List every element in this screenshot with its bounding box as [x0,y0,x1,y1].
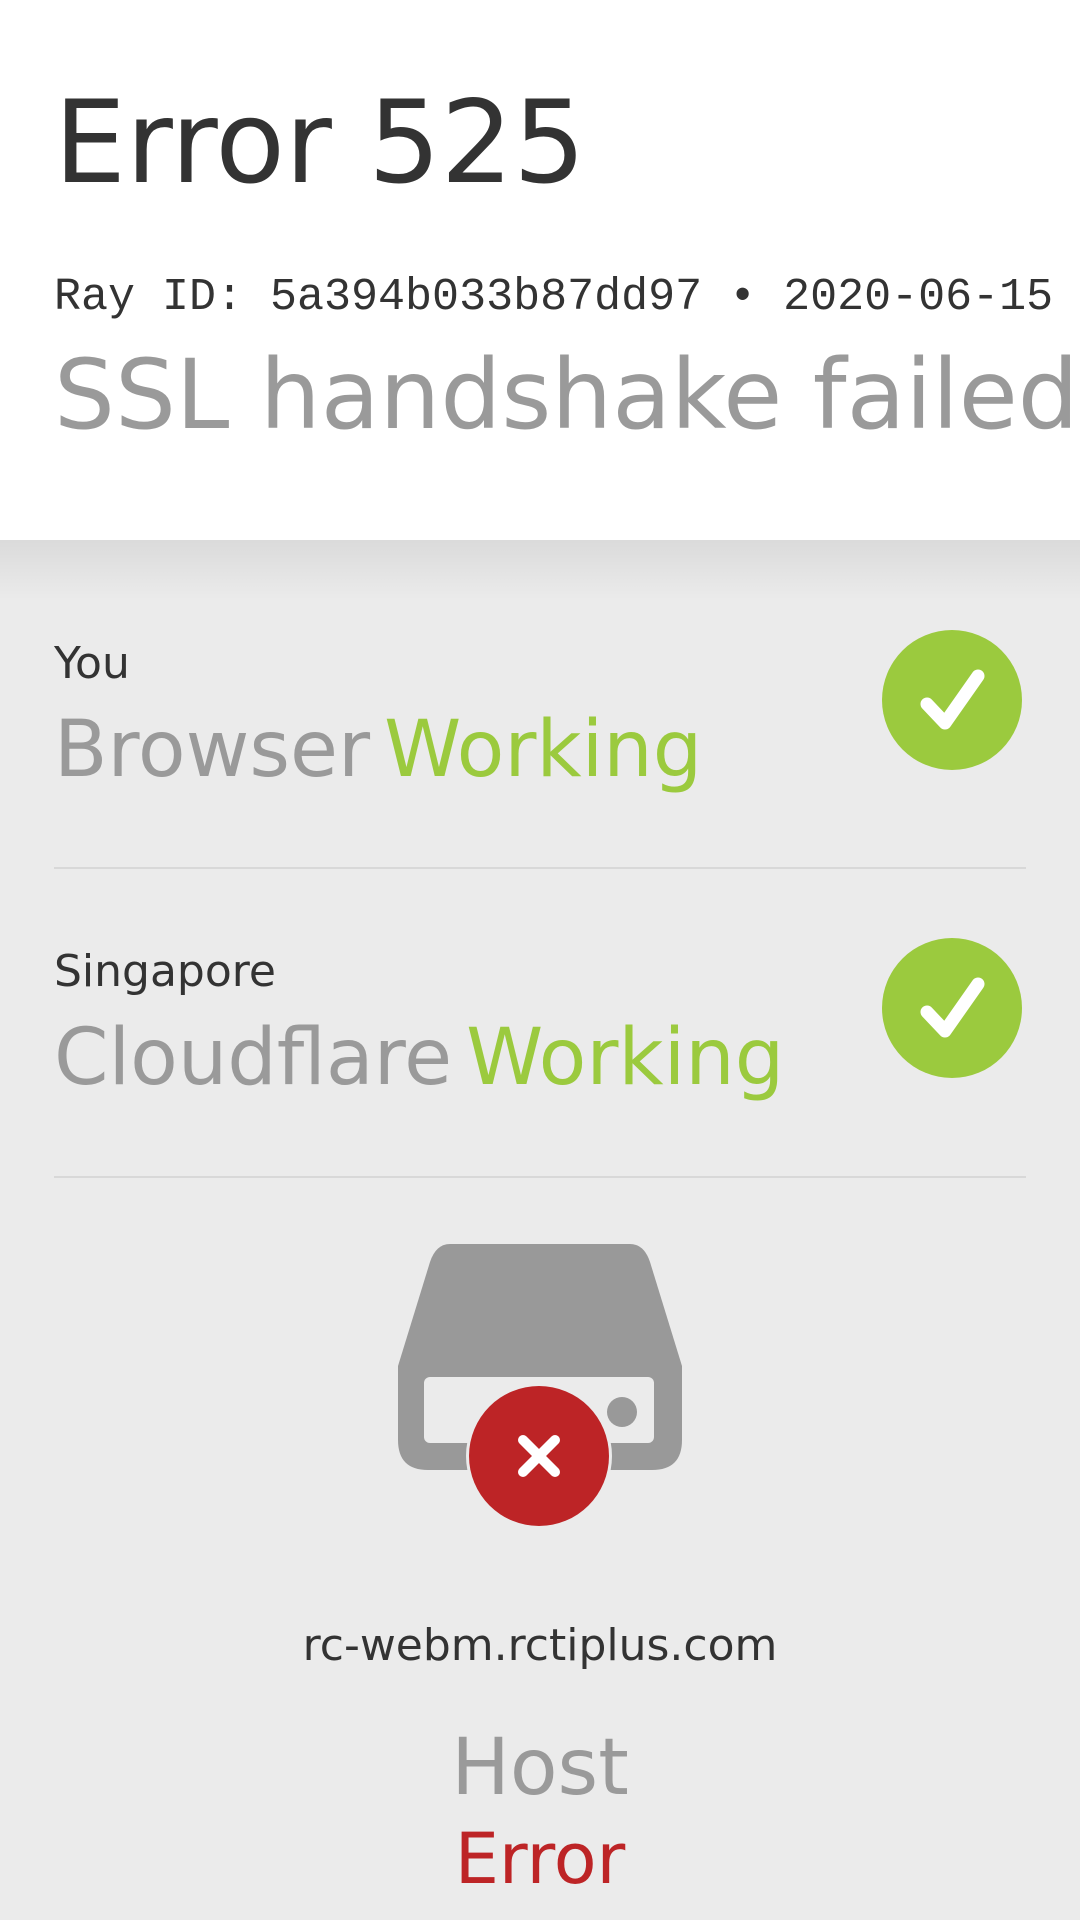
cloudflare-status-line: Cloudflare Working [54,1012,784,1104]
browser-status-line: Browser Working [54,704,702,796]
cloudflare-status: Working [466,1013,785,1103]
browser-status: Working [384,705,703,795]
server-error-icon [398,1244,684,1530]
error-title: Error 525 [54,76,586,209]
cloudflare-name: Cloudflare [54,1013,453,1103]
host-status: Error [454,1818,626,1900]
cloudflare-check-icon [882,938,1022,1078]
divider [54,1176,1026,1178]
cloudflare-location: Singapore [54,946,276,997]
host-name: Host [451,1723,629,1813]
ray-id: Ray ID: 5a394b033b87dd97 • 2020-06-15 [54,272,1054,323]
host-hostname: rc-webm.rctiplus.com [302,1620,778,1671]
divider [54,867,1026,869]
browser-check-icon [882,630,1022,770]
error-header: Error 525 Ray ID: 5a394b033b87dd97 • 202… [0,0,1080,540]
header-shadow [0,540,1080,600]
browser-location: You [54,638,130,689]
error-subtitle: SSL handshake failed [54,339,1079,451]
browser-name: Browser [54,705,371,795]
